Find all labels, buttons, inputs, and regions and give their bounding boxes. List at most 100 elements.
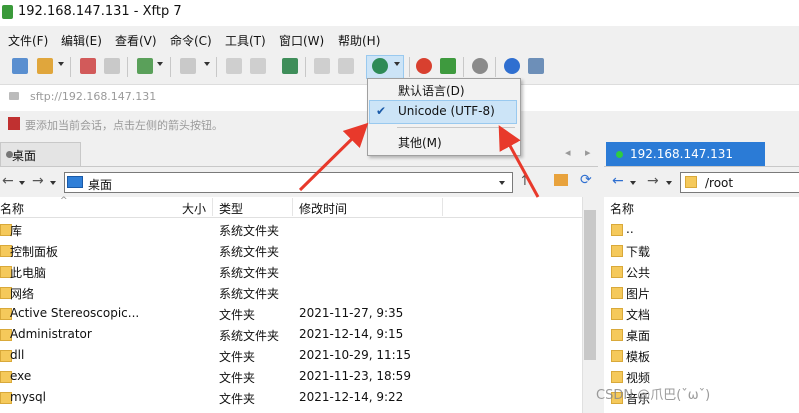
help-icon[interactable] [504, 58, 520, 74]
terminal-dropdown-icon[interactable] [204, 62, 210, 66]
reconnect-icon[interactable] [104, 58, 120, 74]
folder-icon [611, 287, 623, 299]
tab-scroll-left-icon[interactable]: ◂ [565, 146, 571, 159]
remote-col-name[interactable]: 名称 [610, 200, 634, 217]
column-divider[interactable] [442, 198, 443, 216]
back-arrow-icon[interactable]: ← [2, 173, 14, 189]
connected-status-dot [616, 151, 623, 158]
file-name: Active Stereoscopic... [10, 306, 140, 320]
terminal-icon[interactable] [180, 58, 196, 74]
remote-file-name: 桌面 [626, 329, 651, 343]
chat-icon[interactable] [528, 58, 544, 74]
up-folder-icon[interactable]: ↑ [519, 173, 531, 189]
remote-back-arrow-icon[interactable]: ← [612, 173, 624, 189]
new-session-icon[interactable] [12, 58, 28, 74]
menu-window[interactable]: 窗口(W) [279, 32, 324, 49]
encoding-utf8[interactable]: ✔ Unicode (UTF-8) [368, 101, 518, 123]
file-name: Administrator [10, 327, 92, 341]
file-modified: 2021-11-23, 18:59 [299, 369, 411, 383]
remote-path-input[interactable] [680, 172, 799, 193]
new-tab-dropdown-icon[interactable] [157, 62, 163, 66]
encoding-other[interactable]: 其他(M) [368, 131, 518, 153]
refresh-icon[interactable]: ⟳ [580, 172, 592, 188]
local-list-header [0, 197, 582, 218]
compare-icon[interactable] [338, 58, 354, 74]
desktop-icon [67, 176, 83, 188]
folder-icon [611, 329, 623, 341]
table-row[interactable] [0, 240, 582, 261]
toolbar-separator [495, 57, 496, 77]
col-modified[interactable]: 修改时间 [299, 200, 347, 217]
open-folder-icon[interactable] [37, 58, 53, 74]
menu-help[interactable]: 帮助(H) [338, 32, 380, 49]
paste-icon[interactable] [250, 58, 266, 74]
file-modified: 2021-12-14, 9:15 [299, 327, 404, 341]
menu-file[interactable]: 文件(F) [8, 32, 48, 49]
encoding-default-language[interactable]: 默认语言(D) [368, 79, 518, 101]
file-type: 系统文件夹 [219, 245, 280, 259]
forward-dropdown-icon[interactable] [50, 181, 56, 185]
menu-view[interactable]: 查看(V) [115, 32, 157, 49]
remote-file-name: 公共 [626, 266, 651, 280]
file-type: 文件夹 [219, 392, 256, 406]
col-size[interactable]: 大小 [182, 200, 206, 217]
window-title: 192.168.147.131 - Xftp 7 [18, 4, 182, 19]
table-row[interactable] [0, 261, 582, 282]
globe-icon [372, 58, 388, 74]
local-path-text: 桌面 [88, 178, 113, 192]
forward-arrow-icon[interactable]: → [32, 173, 44, 189]
address-field[interactable]: sftp://192.168.147.131 [30, 90, 156, 103]
column-divider[interactable] [292, 198, 293, 216]
file-name: 控制面板 [10, 245, 59, 259]
menu-tools[interactable]: 工具(T) [225, 32, 266, 49]
bookmark-icon[interactable] [8, 117, 20, 130]
remote-back-dropdown-icon[interactable] [630, 181, 636, 185]
menu-edit[interactable]: 编辑(E) [61, 32, 102, 49]
column-divider[interactable] [212, 198, 213, 216]
copy-icon[interactable] [226, 58, 242, 74]
menu-command[interactable]: 命令(C) [170, 32, 212, 49]
table-row[interactable] [0, 219, 582, 240]
table-row[interactable] [0, 387, 582, 408]
remote-forward-arrow-icon[interactable]: → [647, 173, 659, 189]
home-icon[interactable] [554, 174, 568, 186]
tab-scroll-right-icon[interactable]: ▸ [585, 146, 591, 159]
table-row[interactable] [0, 366, 582, 387]
table-row[interactable] [0, 282, 582, 303]
folder-icon [611, 308, 623, 320]
file-type: 系统文件夹 [219, 224, 280, 238]
local-path-input[interactable] [64, 172, 513, 193]
col-name[interactable]: 名称 [0, 200, 24, 217]
folder-icon [611, 350, 623, 362]
encoding-dropdown-icon[interactable] [394, 62, 400, 66]
new-tab-icon[interactable] [137, 58, 153, 74]
back-dropdown-icon[interactable] [19, 181, 25, 185]
sort-indicator-icon: ^ [60, 196, 68, 206]
lock-icon [9, 92, 19, 100]
scrollbar-thumb[interactable] [584, 210, 596, 360]
toolbar-separator [463, 57, 464, 77]
file-type: 系统文件夹 [219, 329, 280, 343]
path-dropdown-icon[interactable] [499, 181, 505, 185]
file-type: 系统文件夹 [219, 266, 280, 280]
netsarang-icon[interactable] [416, 58, 432, 74]
sync-icon[interactable] [314, 58, 330, 74]
file-name: mysql [10, 390, 46, 404]
folder-icon [685, 176, 697, 188]
transfer-icon[interactable] [282, 58, 298, 74]
tab-local-label: 桌面 [12, 149, 37, 163]
col-type[interactable]: 类型 [219, 200, 243, 217]
table-row[interactable] [0, 345, 582, 366]
toolbar-separator [127, 57, 128, 77]
gear-icon[interactable] [472, 58, 488, 74]
open-dropdown-icon[interactable] [58, 62, 64, 66]
file-name: 库 [10, 224, 23, 238]
folder-icon [611, 224, 623, 236]
disconnect-icon[interactable] [80, 58, 96, 74]
tab-remote-label: 192.168.147.131 [630, 147, 734, 161]
remote-file-name: 文档 [626, 308, 651, 322]
xshell-icon[interactable] [440, 58, 456, 74]
file-name: 网络 [10, 287, 35, 301]
encoding-other-label: 其他(M) [398, 136, 442, 150]
remote-forward-dropdown-icon[interactable] [666, 181, 672, 185]
